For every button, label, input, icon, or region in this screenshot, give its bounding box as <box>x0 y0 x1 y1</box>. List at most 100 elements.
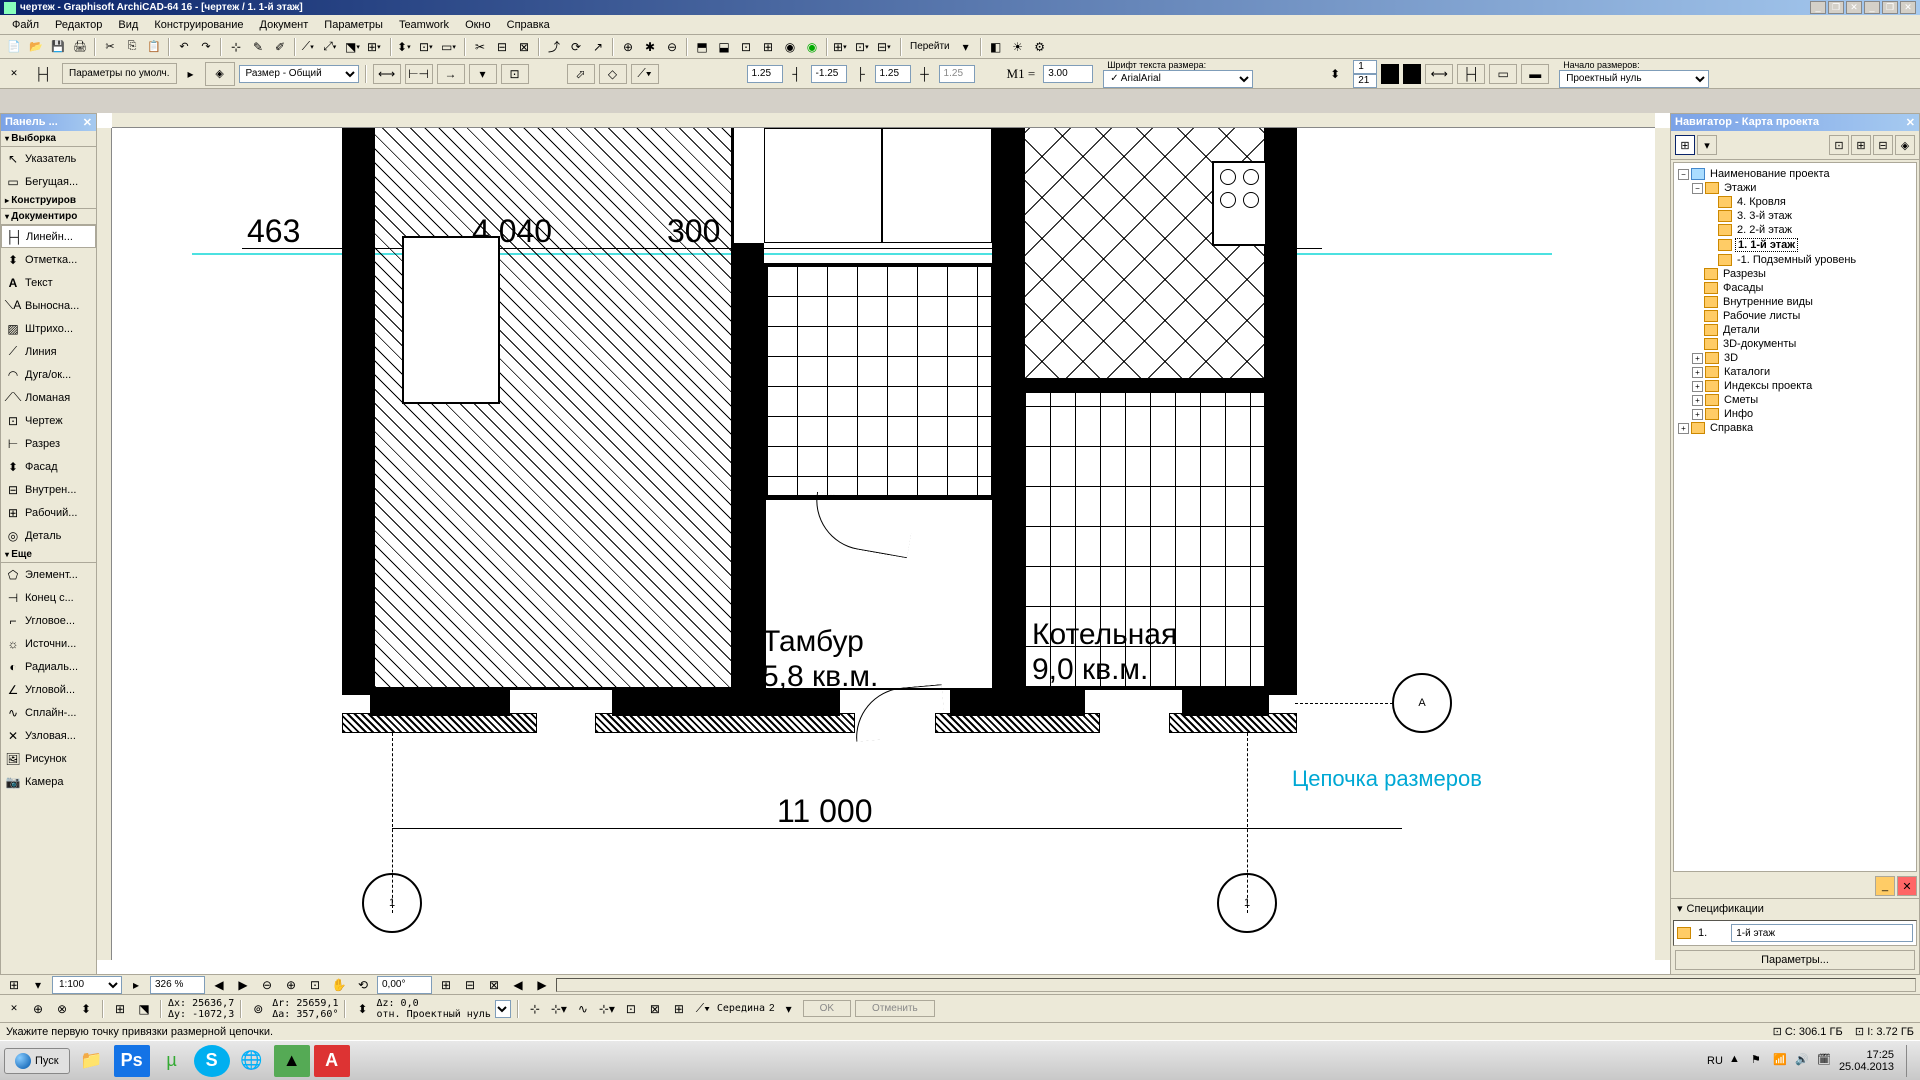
snap-2[interactable]: ⊹▾ <box>549 999 569 1019</box>
tool-figure[interactable]: 🖼Рисунок <box>1 747 96 770</box>
minimize-button[interactable]: _ <box>1810 1 1826 14</box>
pan[interactable]: ✋ <box>329 975 349 995</box>
goto-dropdown[interactable]: ▾ <box>956 37 976 57</box>
marker-size-4[interactable] <box>939 65 975 83</box>
qo-a2[interactable]: ⊟ <box>460 975 480 995</box>
nav-project-map[interactable]: ⊞ <box>1675 135 1695 155</box>
cb-4[interactable]: ⊞ <box>110 999 130 1019</box>
witness-2[interactable]: ├┤ <box>1457 64 1485 84</box>
tree-schedules[interactable]: +Каталоги <box>1678 365 1912 379</box>
section-construct[interactable]: Конструиров <box>1 193 96 209</box>
tree-interior[interactable]: Внутренние виды <box>1678 295 1912 309</box>
ok-button[interactable]: OK <box>803 1000 851 1017</box>
cb-1[interactable]: ⊕ <box>28 999 48 1019</box>
tool-btn-19[interactable]: ⊖ <box>662 37 682 57</box>
tool-btn-5[interactable]: ⤢▾ <box>322 37 342 57</box>
nav-publisher[interactable]: ⊟ <box>1873 135 1893 155</box>
layer-combo[interactable]: Размер - Общий <box>239 65 359 83</box>
tool-change[interactable]: ⬠Элемент... <box>1 563 96 586</box>
tree-toggle[interactable]: + <box>1692 395 1703 406</box>
dim-method-2[interactable]: ⊢⊣ <box>405 64 433 84</box>
canvas-content[interactable]: 463 4 040 300 3 300 300 3 040 463 8 7 6 … <box>112 128 1655 960</box>
qo-a3[interactable]: ⊠ <box>484 975 504 995</box>
qo-1[interactable]: ⊞ <box>4 975 24 995</box>
drawing-canvas[interactable]: 463 4 040 300 3 300 300 3 040 463 8 7 6 … <box>97 113 1670 975</box>
section-document[interactable]: Документиро <box>1 209 96 225</box>
marker-size-2[interactable] <box>811 65 847 83</box>
tree-sections[interactable]: Разрезы <box>1678 267 1912 281</box>
nav-min[interactable]: _ <box>1875 876 1895 896</box>
tool-btn-30[interactable]: ☀ <box>1008 37 1028 57</box>
scale-combo[interactable]: 1:100 <box>52 976 122 994</box>
show-desktop[interactable] <box>1906 1045 1916 1077</box>
tool-btn-14[interactable]: ⤴ <box>544 37 564 57</box>
tree-story-1[interactable]: 1. 1-й этаж <box>1678 237 1912 253</box>
tool-btn-15[interactable]: ⟳ <box>566 37 586 57</box>
tree-story-3[interactable]: 3. 3-й этаж <box>1678 209 1912 223</box>
font-combo[interactable]: ✓ ArialArial <box>1103 70 1253 88</box>
pen-bg[interactable] <box>1403 64 1421 84</box>
tree-toggle[interactable]: + <box>1692 353 1703 364</box>
tool-radial[interactable]: ◐Радиаль... <box>1 655 96 678</box>
tool-polyline[interactable]: ⟋⟍Ломаная <box>1 386 96 409</box>
spec-header[interactable]: ▾Спецификации <box>1671 898 1919 918</box>
tree-toggle[interactable]: + <box>1692 409 1703 420</box>
task-chrome[interactable]: 🌐 <box>234 1045 270 1077</box>
default-params-label[interactable]: Параметры по умолч. <box>62 63 177 84</box>
snap-4[interactable]: ⊹▾ <box>597 999 617 1019</box>
tool-arrow[interactable]: ↖Указатель <box>1 147 96 170</box>
tree-help[interactable]: +Справка <box>1678 421 1912 435</box>
cut-button[interactable] <box>100 37 120 57</box>
marker-size-1[interactable] <box>747 65 783 83</box>
tree-toggle[interactable]: + <box>1692 381 1703 392</box>
navigator-close[interactable]: ✕ <box>1906 116 1915 129</box>
qo-3[interactable]: ▸ <box>126 975 146 995</box>
ruler-vertical[interactable] <box>97 128 112 960</box>
favorites-button[interactable]: ▸ <box>181 64 201 84</box>
tree-lists[interactable]: +Сметы <box>1678 393 1912 407</box>
tree-3d[interactable]: +3D <box>1678 351 1912 365</box>
witness-3[interactable]: ▭ <box>1489 64 1517 84</box>
toolbox-close[interactable]: ✕ <box>83 116 92 129</box>
cb-5[interactable]: ⬔ <box>134 999 154 1019</box>
tool-btn-23[interactable]: ⊞ <box>758 37 778 57</box>
tool-btn-9[interactable]: ⊡▾ <box>418 37 438 57</box>
paste-button[interactable] <box>144 37 164 57</box>
angle-input[interactable] <box>377 976 432 994</box>
tree-stories[interactable]: −Этажи <box>1678 181 1912 195</box>
tool-level[interactable]: ⬍Отметка... <box>1 248 96 271</box>
ruler-horizontal[interactable] <box>112 113 1655 128</box>
dim-method-1[interactable]: ⟷ <box>373 64 401 84</box>
cb-close[interactable]: ✕ <box>4 999 24 1019</box>
doc-close-button[interactable]: ✕ <box>1900 1 1916 14</box>
task-archicad[interactable]: ▲ <box>274 1045 310 1077</box>
tool-btn-21[interactable]: ⬓ <box>714 37 734 57</box>
tool-btn-13[interactable]: ⊠ <box>514 37 534 57</box>
tool-btn-31[interactable]: ⚙ <box>1030 37 1050 57</box>
tool-btn-10[interactable]: ▭▾ <box>440 37 460 57</box>
tool-btn-17[interactable]: ⊕ <box>618 37 638 57</box>
nav-opts[interactable]: ◈ <box>1895 135 1915 155</box>
copy-button[interactable] <box>122 37 142 57</box>
dim-method-3[interactable]: → <box>437 64 465 84</box>
close-button[interactable]: ✕ <box>1846 1 1862 14</box>
doc-restore-button[interactable]: ❐ <box>1882 1 1898 14</box>
section-more[interactable]: Еще <box>1 547 96 563</box>
section-select[interactable]: Выборка <box>1 131 96 147</box>
tool-btn-4[interactable]: ⟋▾ <box>300 37 320 57</box>
spec-input[interactable] <box>1731 924 1913 942</box>
layer-icon-button[interactable]: ◈ <box>205 62 235 86</box>
tool-btn-6[interactable]: ⬔▾ <box>344 37 364 57</box>
tool-btn-25[interactable]: ◉ <box>802 37 822 57</box>
scrollbar-h-bottom[interactable] <box>556 978 1916 992</box>
snap-6[interactable]: ⊠ <box>645 999 665 1019</box>
nav-layout[interactable]: ⊞ <box>1851 135 1871 155</box>
witness-4[interactable]: ▬ <box>1521 64 1549 84</box>
new-button[interactable] <box>4 37 24 57</box>
tool-hotspot[interactable]: ✕Узловая... <box>1 724 96 747</box>
cb-3[interactable]: ⬍ <box>76 999 96 1019</box>
tool-corner[interactable]: ⌐Угловое... <box>1 609 96 632</box>
zoom-in[interactable]: ⊕ <box>281 975 301 995</box>
tree-details[interactable]: Детали <box>1678 323 1912 337</box>
tree-story-4[interactable]: 4. Кровля <box>1678 195 1912 209</box>
